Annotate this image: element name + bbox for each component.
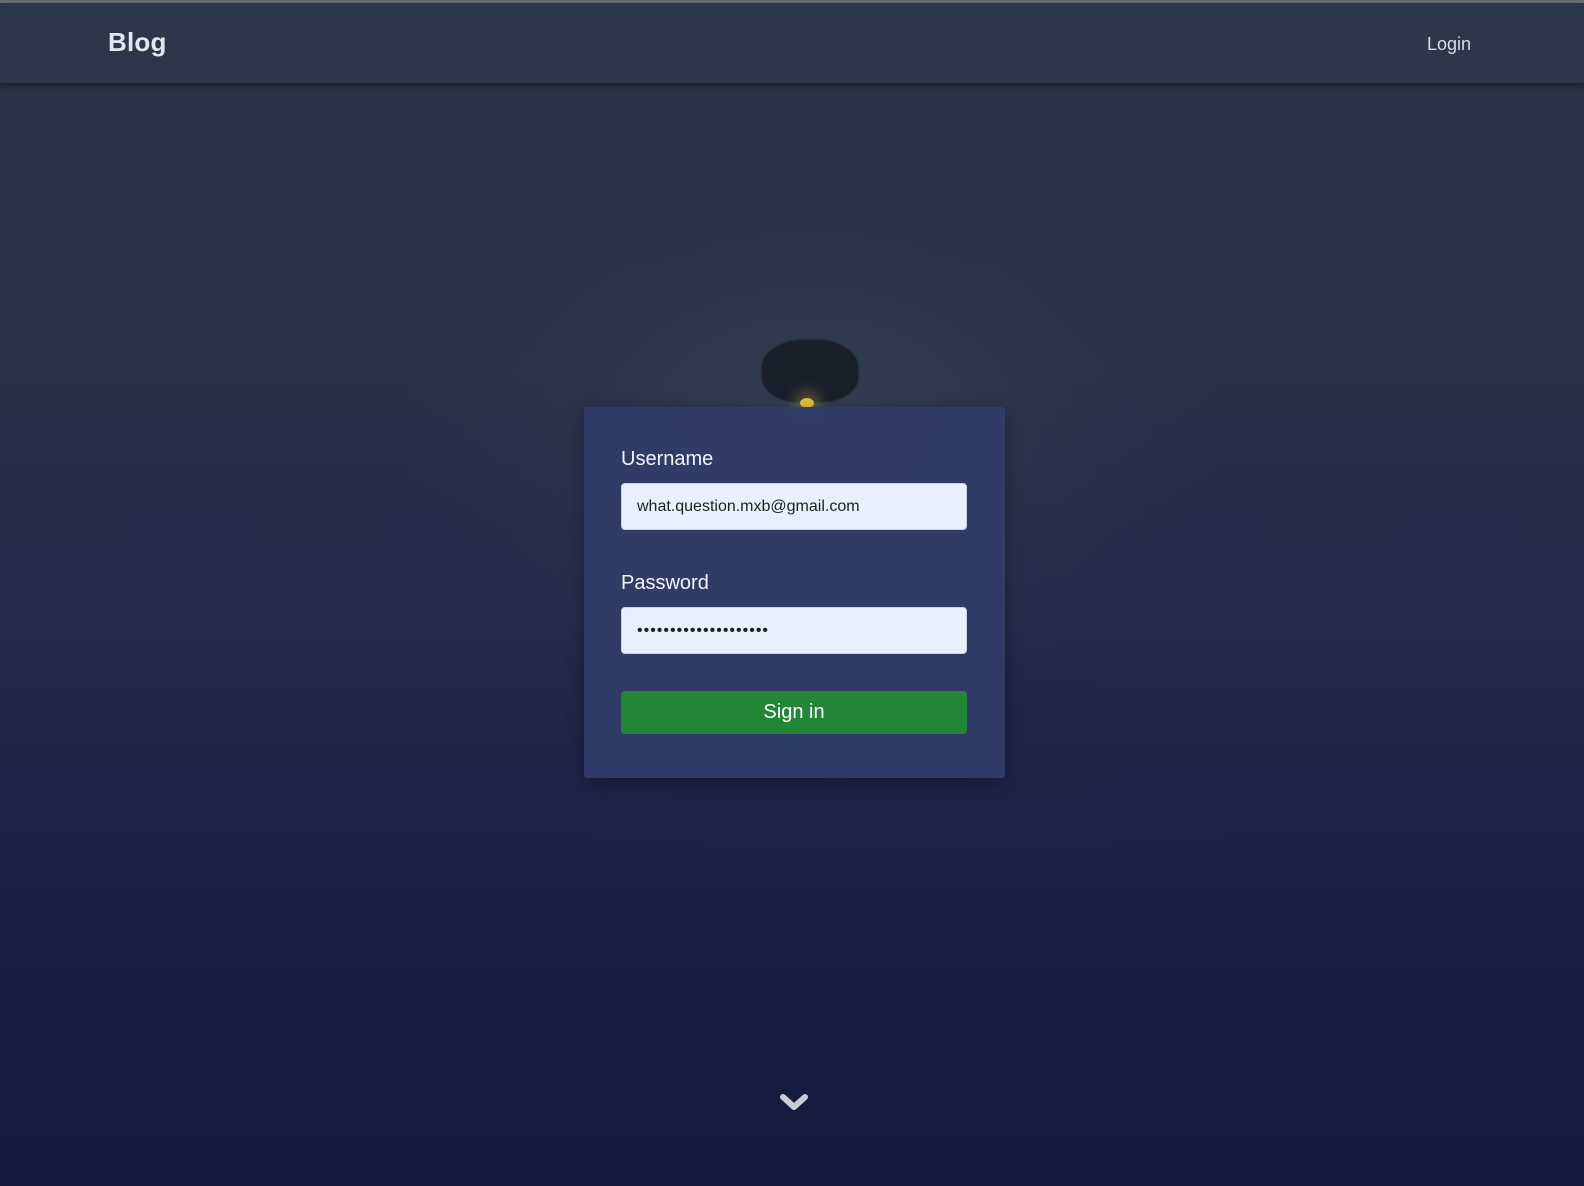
username-label: Username <box>621 448 714 470</box>
password-label: Password <box>621 572 709 594</box>
password-input[interactable] <box>621 607 967 654</box>
username-input[interactable] <box>621 483 967 530</box>
brand-logo-link[interactable]: Blog <box>108 27 167 58</box>
chevron-down-icon[interactable] <box>780 1090 808 1114</box>
navbar: Blog Login <box>0 3 1584 84</box>
background-tree-image <box>762 340 858 402</box>
sign-in-button[interactable]: Sign in <box>621 691 967 734</box>
login-card: Username Password Sign in <box>584 407 1005 778</box>
nav-login-link[interactable]: Login <box>1427 34 1471 55</box>
